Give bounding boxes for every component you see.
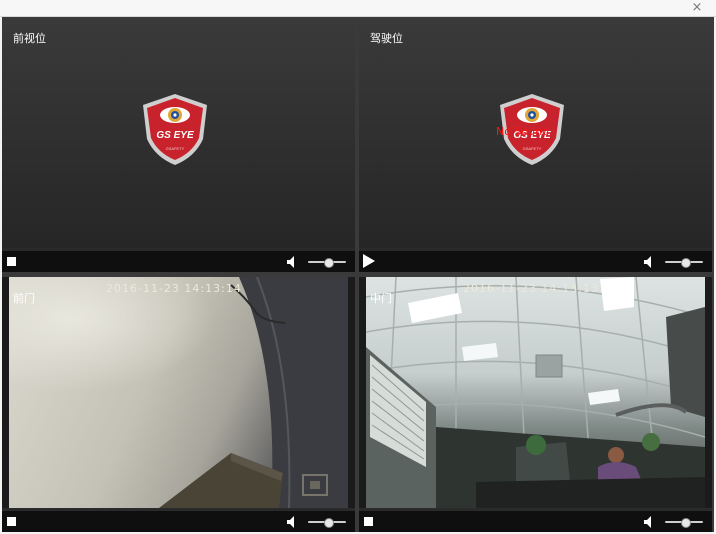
volume-slider-knob[interactable]: [324, 518, 334, 528]
video-panel-driver-seat[interactable]: 驾驶位 GS EYE GSAFETY No Sound: [359, 17, 712, 272]
control-bar: [359, 511, 712, 532]
video-screen[interactable]: 中门 2016-11-23 14:13:13: [359, 277, 712, 508]
camera-feed-image: [9, 277, 348, 508]
video-panel-middle-door[interactable]: 中门 2016-11-23 14:13:13: [359, 277, 712, 532]
video-screen[interactable]: 驾驶位 GS EYE GSAFETY No Sound: [359, 17, 712, 248]
video-timestamp: 2016-11-23 14:13:14: [106, 282, 242, 295]
video-screen[interactable]: 前视位 GS EYE GSAFETY: [2, 17, 355, 248]
play-button[interactable]: [363, 254, 375, 268]
speaker-icon[interactable]: [643, 255, 657, 269]
camera-label: 驾驶位: [370, 32, 403, 45]
camera-feed-image: [366, 277, 705, 508]
camera-label: 前视位: [13, 32, 46, 45]
logo-subtext: GSAFETY: [523, 146, 542, 151]
camera-label: 前门: [13, 292, 35, 305]
logo-text: GS EYE: [156, 130, 194, 141]
video-panel-front-door[interactable]: 前门 2016-11-23 14:13:14: [2, 277, 355, 532]
gs-eye-logo-icon: GS EYE GSAFETY: [143, 94, 207, 165]
control-bar: [2, 511, 355, 532]
speaker-icon[interactable]: [286, 515, 300, 529]
close-button[interactable]: ×: [690, 1, 704, 15]
volume-slider-knob[interactable]: [324, 258, 334, 268]
volume-slider[interactable]: [665, 518, 703, 528]
video-panel-front-view[interactable]: 前视位 GS EYE GSAFETY: [2, 17, 355, 272]
title-bar: ×: [0, 0, 716, 17]
close-icon: ×: [691, 0, 703, 15]
stop-button[interactable]: [364, 517, 373, 526]
stop-button[interactable]: [7, 257, 16, 266]
volume-slider[interactable]: [308, 258, 346, 268]
volume-slider[interactable]: [308, 518, 346, 528]
logo-subtext: GSAFETY: [166, 146, 185, 151]
stop-button[interactable]: [7, 517, 16, 526]
control-bar: [2, 251, 355, 272]
speaker-icon[interactable]: [643, 515, 657, 529]
video-timestamp: 2016-11-23 14:13:13: [463, 282, 599, 295]
volume-slider-knob[interactable]: [681, 518, 691, 528]
camera-label: 中门: [370, 292, 392, 305]
volume-slider[interactable]: [665, 258, 703, 268]
video-grid: 前视位 GS EYE GSAFETY 驾驶位 GS EYE GSAFETY No…: [2, 17, 714, 532]
speaker-icon[interactable]: [286, 255, 300, 269]
video-screen[interactable]: 前门 2016-11-23 14:13:14: [2, 277, 355, 508]
no-sound-overlay: No Sound: [496, 125, 550, 138]
control-bar: [359, 251, 712, 272]
volume-slider-knob[interactable]: [681, 258, 691, 268]
